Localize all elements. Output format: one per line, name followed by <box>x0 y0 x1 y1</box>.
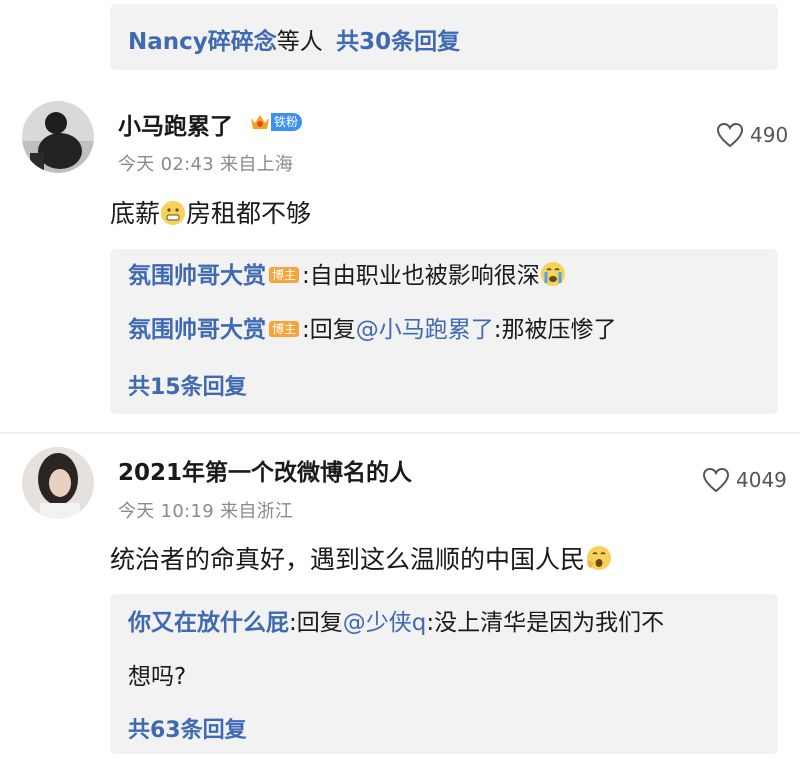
reply-box: 你又在放什么屁:回复@少侠q:没上清华是因为我们不 想吗? 共63条回复 <box>110 594 778 754</box>
comment-feed: Nancy碎碎念等人 共30条回复 小马跑累了 铁粉 今天 02:43 来自上海 <box>0 0 800 770</box>
comment-time: 今天 10:19 <box>118 501 214 522</box>
author-tag: 博主 <box>269 267 300 283</box>
like-button[interactable]: 490 <box>716 122 788 148</box>
reply-summary-count[interactable]: 共30条回复 <box>336 29 460 55</box>
comment-divider <box>0 432 800 434</box>
avatar[interactable] <box>22 447 94 519</box>
view-all-replies-link[interactable]: 共15条回复 <box>128 369 247 401</box>
like-button[interactable]: 4049 <box>702 467 787 493</box>
comment-text-part: 统治者的命真好，遇到这么温顺的中国人民 <box>110 545 586 574</box>
comment-text-part: 底薪 <box>110 199 161 228</box>
comment-meta: 今天 02:43 来自上海 <box>118 150 293 176</box>
reply-summary-names[interactable]: Nancy碎碎念 <box>128 29 277 55</box>
reply-mention[interactable]: @小马跑累了 <box>356 317 494 343</box>
comment-text-part: 房租都不够 <box>186 199 312 228</box>
reply-author[interactable]: 氛围帅哥大赏 <box>128 263 266 289</box>
reply-text: :没上清华是因为我们不 <box>426 610 665 636</box>
reply-author[interactable]: 氛围帅哥大赏 <box>128 317 266 343</box>
comment-username[interactable]: 小马跑累了 铁粉 <box>118 107 303 141</box>
fan-badge: 铁粉 <box>249 112 303 132</box>
reply-text: :那被压惨了 <box>493 317 617 343</box>
username-text[interactable]: 小马跑累了 <box>118 114 233 140</box>
grimace-emoji-icon <box>160 200 186 232</box>
like-count: 4049 <box>736 468 787 492</box>
comment-location: 来自浙江 <box>220 501 294 522</box>
view-all-replies-link[interactable]: 共63条回复 <box>128 712 247 744</box>
reply-summary-box[interactable]: Nancy碎碎念等人 共30条回复 <box>110 4 778 70</box>
reply-author[interactable]: 你又在放什么屁 <box>128 610 289 636</box>
yawning-emoji-icon <box>585 544 613 578</box>
comment-text: 底薪 房租都不够 <box>110 194 311 232</box>
like-count: 490 <box>750 123 789 147</box>
reply-text-continued: 想吗? <box>128 664 187 690</box>
comment-meta: 今天 10:19 来自浙江 <box>118 497 293 523</box>
heart-icon <box>702 467 730 493</box>
fan-badge-label: 铁粉 <box>271 113 303 131</box>
reply-item[interactable]: 氛围帅哥大赏 博主:回复@小马跑累了:那被压惨了 <box>128 313 617 347</box>
reply-text: :回复 <box>289 610 343 636</box>
reply-summary-line[interactable]: Nancy碎碎念等人 共30条回复 <box>128 22 460 56</box>
author-tag: 博主 <box>269 321 300 337</box>
comment-username[interactable]: 2021年第一个改微博名的人 <box>118 453 412 487</box>
reply-text: :回复 <box>302 317 356 343</box>
reply-summary-suffix: 等人 <box>276 29 323 55</box>
avatar-image <box>22 101 94 173</box>
heart-icon <box>716 122 744 148</box>
comment-time: 今天 02:43 <box>118 154 214 175</box>
avatar[interactable] <box>22 101 94 173</box>
crying-emoji-icon <box>540 261 566 297</box>
reply-item[interactable]: 氛围帅哥大赏 博主:自由职业也被影响很深 <box>128 259 566 297</box>
reply-box: 氛围帅哥大赏 博主:自由职业也被影响很深 氛围帅哥大赏 博主:回复@小马跑累了:那被… <box>110 249 778 414</box>
comment-text: 统治者的命真好，遇到这么温顺的中国人民 <box>110 540 613 578</box>
comment-location: 来自上海 <box>220 154 294 175</box>
crown-icon <box>251 115 270 129</box>
avatar-image <box>22 447 94 519</box>
reply-text: :自由职业也被影响很深 <box>302 263 540 289</box>
reply-item[interactable]: 你又在放什么屁:回复@少侠q:没上清华是因为我们不 <box>128 606 760 640</box>
reply-mention[interactable]: @少侠q <box>343 610 427 636</box>
